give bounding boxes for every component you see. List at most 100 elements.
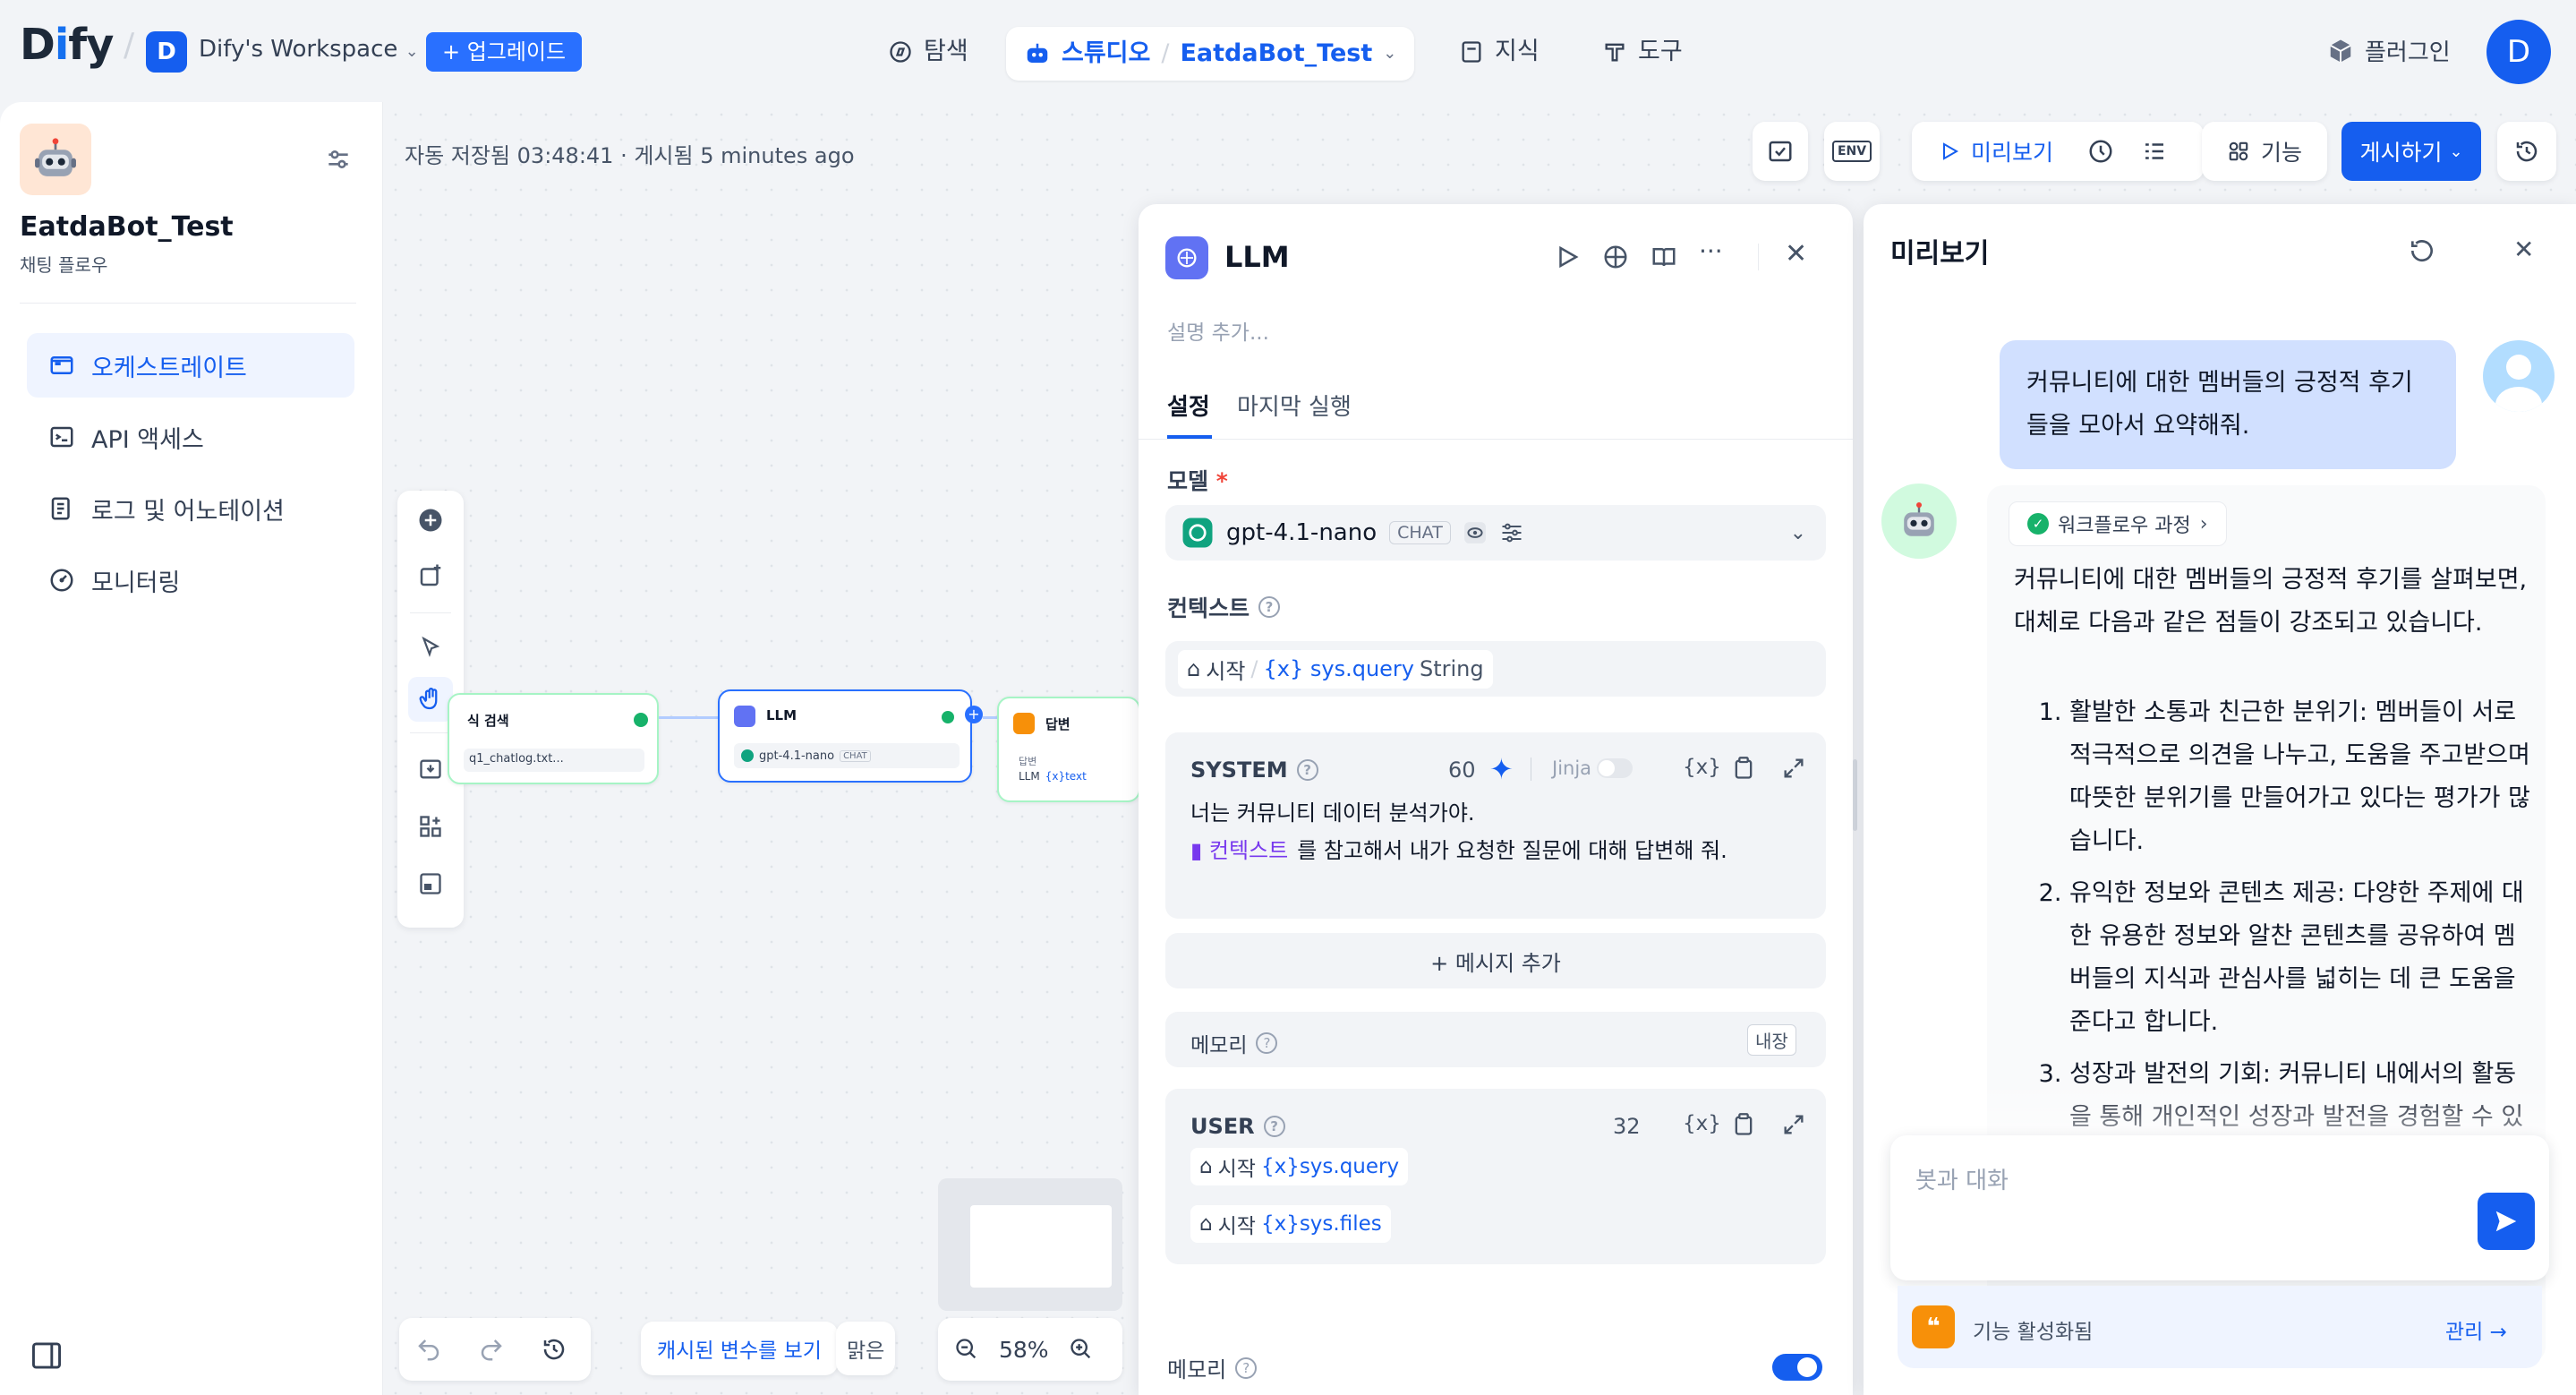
send-button[interactable]: [2478, 1193, 2535, 1250]
hand-icon[interactable]: [408, 677, 453, 722]
sparkle-icon[interactable]: ✦: [1489, 752, 1514, 786]
copy-icon[interactable]: [1731, 1112, 1756, 1137]
workspace-selector[interactable]: Dify's Workspace ⌄: [199, 36, 419, 63]
node-title: LLM: [766, 707, 798, 723]
model-settings-icon[interactable]: [1499, 520, 1524, 545]
llm-node[interactable]: LLM gpt-4.1-nano CHAT: [718, 689, 972, 783]
collapse-sidebar-icon[interactable]: [30, 1341, 63, 1370]
env-button[interactable]: ENV: [1824, 122, 1880, 181]
log-icon: [48, 495, 75, 522]
add-node-icon[interactable]: [408, 498, 453, 543]
clear-button[interactable]: 맑은: [836, 1322, 896, 1375]
organize-blocks-icon[interactable]: [408, 804, 453, 849]
export-image-icon[interactable]: [408, 747, 453, 792]
expand-icon[interactable]: [1781, 756, 1806, 781]
plugins-label: 플러그인: [2365, 39, 2451, 66]
plugins-button[interactable]: 플러그인: [2327, 34, 2451, 67]
nav-studio[interactable]: 스튜디오 / EatdaBot_Test ⌄: [1006, 27, 1415, 81]
close-icon[interactable]: ✕: [2513, 235, 2534, 264]
app-switcher[interactable]: EatdaBot_Test: [1180, 29, 1372, 79]
add-note-icon[interactable]: [408, 553, 453, 598]
nav-knowledge-label: 지식: [1495, 38, 1540, 65]
checklist-button[interactable]: [1753, 122, 1808, 181]
context-field[interactable]: ⌂ 시작 / {x} sys.query String: [1165, 641, 1826, 697]
answer-intro: 커뮤니티에 대한 멤버들의 긍정적 후기를 살펴보면, 대체로 다음과 같은 점…: [2014, 566, 2528, 637]
help-icon[interactable]: ?: [1263, 1116, 1285, 1137]
insert-variable-icon[interactable]: {x}: [1683, 756, 1721, 779]
pointer-icon[interactable]: [408, 625, 453, 670]
manage-button[interactable]: 관리 →: [2445, 1314, 2507, 1345]
view-cached-vars-button[interactable]: 캐시된 변수를 보기: [641, 1322, 838, 1375]
user-prompt-box[interactable]: USER ? 32 {x} ⌂ 시작 {x}sys.query ⌂ 시작 {x}sys.…: [1165, 1089, 1826, 1264]
expand-icon[interactable]: [1781, 1112, 1806, 1137]
sidebar-item-api-access[interactable]: API 액세스: [27, 405, 354, 469]
more-icon[interactable]: ···: [1699, 236, 1723, 266]
workspace-avatar[interactable]: D: [146, 31, 187, 73]
jinja-toggle[interactable]: Jinja: [1552, 757, 1633, 779]
memory-toggle[interactable]: [1772, 1354, 1822, 1381]
book-open-icon[interactable]: [1651, 244, 1677, 270]
system-prompt-text: 를 참고해서 내가 요청한 질문에 대해 답변해 줘.: [1297, 838, 1727, 863]
user-avatar[interactable]: D: [2486, 20, 2551, 84]
user-variable-chip[interactable]: ⌂ 시작 {x}sys.query: [1190, 1148, 1409, 1185]
jinja-label: Jinja: [1552, 757, 1592, 779]
sidebar-item-monitoring[interactable]: 모니터링: [27, 548, 354, 612]
sidebar-item-logs[interactable]: 로그 및 어노테이션: [27, 476, 354, 541]
nav-explore[interactable]: 탐색: [870, 27, 986, 77]
node-file: q1_chatlog.txt...: [464, 749, 644, 772]
user-label-text: USER: [1190, 1114, 1255, 1139]
undo-icon[interactable]: [415, 1336, 442, 1363]
minimap-toggle-icon[interactable]: [408, 861, 453, 906]
knowledge-retrieval-node[interactable]: 식 검색 q1_chatlog.txt...: [448, 693, 659, 784]
publish-button[interactable]: 게시하기 ⌄: [2341, 122, 2481, 181]
run-step-icon[interactable]: [1554, 244, 1581, 270]
system-prompt-box[interactable]: SYSTEM ? 60 ✦ Jinja {x} 너는 커뮤니티 데이터 분석가야…: [1165, 732, 1826, 919]
add-next-node-icon[interactable]: +: [965, 706, 983, 723]
target-icon[interactable]: [1602, 244, 1629, 270]
tab-last-run[interactable]: 마지막 실행: [1237, 389, 1352, 422]
answer-node[interactable]: 답변 답변 LLM {x}text: [997, 697, 1140, 802]
model-label-text: 모델: [1167, 468, 1209, 494]
preview-button[interactable]: 미리보기: [1939, 135, 2053, 167]
zoom-in-icon[interactable]: [1069, 1337, 1094, 1362]
copy-icon[interactable]: [1731, 756, 1756, 781]
app-icon: [20, 124, 91, 195]
minimap[interactable]: [938, 1178, 1122, 1311]
context-variable-chip[interactable]: ⌂ 시작 / {x} sys.query String: [1178, 649, 1493, 689]
workflow-process-toggle[interactable]: ✓ 워크플로우 과정 ›: [2009, 501, 2227, 546]
zoom-level[interactable]: 58%: [999, 1337, 1049, 1363]
sidebar-settings-icon[interactable]: [324, 145, 353, 174]
help-icon[interactable]: ?: [1296, 759, 1318, 781]
redo-icon[interactable]: [478, 1336, 505, 1363]
history-icon[interactable]: [541, 1336, 567, 1363]
node-var: LLM {x}text: [1019, 770, 1087, 783]
sidebar-item-label: 오케스트레이트: [91, 354, 247, 382]
zoom-out-icon[interactable]: [954, 1337, 979, 1362]
chat-input-box[interactable]: 봇과 대화: [1890, 1135, 2549, 1280]
insert-variable-icon[interactable]: {x}: [1683, 1112, 1721, 1135]
close-icon[interactable]: ✕: [1785, 238, 1807, 270]
sidebar-item-orchestrate[interactable]: 오케스트레이트: [27, 333, 354, 398]
toggle-switch[interactable]: [1597, 758, 1633, 778]
chat-input[interactable]: 봇과 대화: [1915, 1162, 2009, 1195]
features-button[interactable]: 기능: [2202, 122, 2327, 181]
help-icon[interactable]: ?: [1258, 596, 1281, 618]
upgrade-button[interactable]: + 업그레이드: [426, 32, 583, 72]
description-input[interactable]: 설명 추가...: [1167, 315, 1269, 346]
history-run-icon[interactable]: [2087, 138, 2114, 165]
nav-knowledge[interactable]: 지식: [1441, 27, 1557, 77]
robot-icon: [1904, 502, 1934, 536]
user-variable-chip[interactable]: ⌂ 시작 {x}sys.files: [1190, 1205, 1391, 1243]
restart-icon[interactable]: [2408, 236, 2436, 265]
tab-settings[interactable]: 설정: [1167, 389, 1210, 422]
nav-tools[interactable]: 도구: [1584, 27, 1701, 77]
help-icon[interactable]: ?: [1256, 1032, 1278, 1054]
version-history-button[interactable]: [2497, 122, 2556, 181]
dify-logo[interactable]: Dify: [20, 20, 114, 70]
model-selector[interactable]: gpt-4.1-nano CHAT ⌄: [1165, 505, 1826, 561]
add-message-button[interactable]: + 메시지 추가: [1165, 933, 1826, 988]
list-check-icon[interactable]: [2141, 138, 2168, 165]
answer-node-icon: [1013, 713, 1035, 734]
help-icon[interactable]: ?: [1235, 1356, 1258, 1379]
resize-handle[interactable]: [1853, 759, 1857, 831]
